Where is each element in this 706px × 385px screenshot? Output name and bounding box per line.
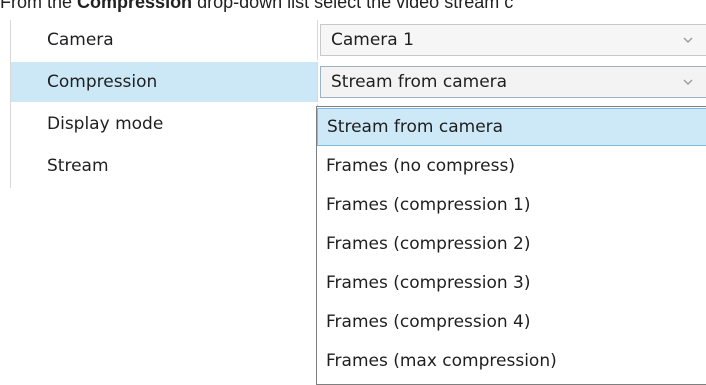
property-value-camera: Camera 1	[317, 20, 706, 60]
property-value-compression: Stream from camera	[317, 62, 706, 102]
compression-dropdown-value: Stream from camera	[331, 72, 508, 92]
property-label-display-mode: Display mode	[47, 114, 164, 134]
instruction-text-bold: Compression	[77, 0, 193, 12]
option-frames-compression-3[interactable]: Frames (compression 3)	[317, 264, 706, 302]
instruction-text: From the Compression drop-down list sele…	[0, 0, 513, 13]
property-label-compression: Compression	[47, 72, 158, 92]
compression-options-list: Stream from camera Frames (no compress) …	[316, 106, 706, 385]
option-frames-compression-4[interactable]: Frames (compression 4)	[317, 303, 706, 341]
option-frames-no-compress[interactable]: Frames (no compress)	[317, 147, 706, 185]
camera-dropdown-value: Camera 1	[331, 30, 414, 50]
option-frames-max-compression[interactable]: Frames (max compression)	[317, 342, 706, 380]
property-row-camera: Camera Camera 1	[11, 20, 706, 60]
chevron-down-icon[interactable]	[681, 33, 695, 47]
property-panel-screen: From the Compression drop-down list sele…	[0, 0, 706, 385]
chevron-down-icon[interactable]	[681, 75, 695, 89]
option-frames-compression-1[interactable]: Frames (compression 1)	[317, 186, 706, 224]
compression-dropdown[interactable]: Stream from camera	[320, 66, 706, 98]
instruction-text-end: drop-down list select the video stream c	[192, 0, 514, 12]
property-label-camera: Camera	[47, 30, 114, 50]
property-row-compression: Compression Stream from camera	[11, 62, 706, 102]
instruction-text-start: From the	[0, 0, 78, 12]
option-stream-from-camera[interactable]: Stream from camera	[317, 108, 706, 146]
camera-dropdown[interactable]: Camera 1	[320, 24, 706, 56]
property-label-stream: Stream	[47, 156, 109, 176]
option-frames-compression-2[interactable]: Frames (compression 2)	[317, 225, 706, 263]
